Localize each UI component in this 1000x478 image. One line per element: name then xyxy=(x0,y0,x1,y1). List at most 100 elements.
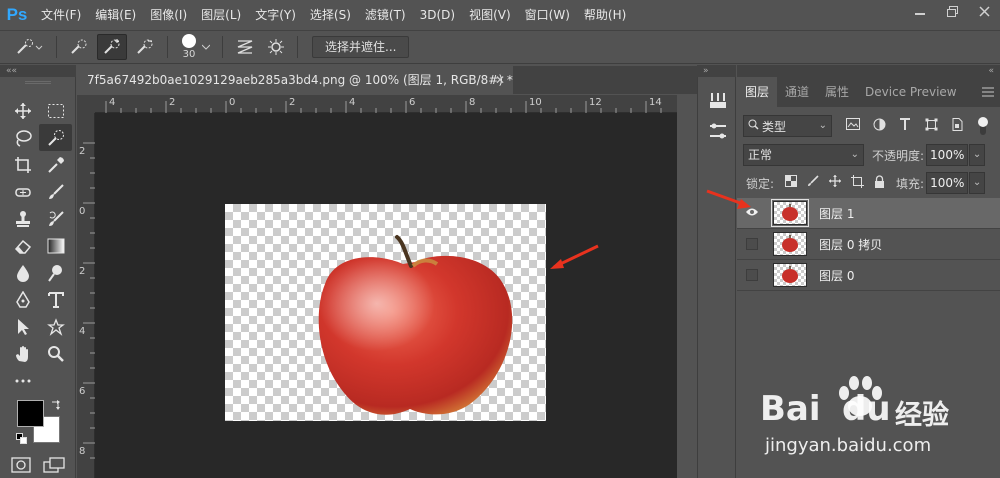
quick-selection-tool-icon[interactable] xyxy=(39,124,72,151)
panel-collapse-strip[interactable]: « xyxy=(737,65,1000,77)
screen-mode-icon[interactable] xyxy=(43,457,65,476)
menu-file[interactable]: 文件(F) xyxy=(34,0,88,30)
pen-tool-icon[interactable] xyxy=(6,286,39,313)
libraries-panel-icon[interactable] xyxy=(708,91,728,112)
add-to-selection-icon[interactable] xyxy=(97,34,127,60)
lock-transparent-pixels-icon[interactable] xyxy=(780,175,802,191)
hand-tool-icon[interactable] xyxy=(6,340,39,367)
layer-row[interactable]: 图层 1 xyxy=(737,198,1000,229)
menu-window[interactable]: 窗口(W) xyxy=(518,0,577,30)
subtract-from-selection-icon[interactable] xyxy=(131,34,159,60)
adjustment-filter-icon[interactable] xyxy=(866,118,892,135)
layer-row[interactable]: 图层 0 拷贝 xyxy=(737,229,1000,260)
layer-name[interactable]: 图层 0 xyxy=(819,267,854,284)
document-tab[interactable]: 7f5a67492b0ae1029129aeb285a3bd4.png @ 10… xyxy=(77,66,513,94)
menu-help[interactable]: 帮助(H) xyxy=(577,0,633,30)
smart-object-filter-icon[interactable] xyxy=(944,117,970,135)
toolbox-grip[interactable] xyxy=(25,81,51,84)
menu-edit[interactable]: 编辑(E) xyxy=(88,0,143,30)
foreground-color-swatch[interactable] xyxy=(17,400,44,427)
document-tab-title: 7f5a67492b0ae1029129aeb285a3bd4.png @ 10… xyxy=(87,73,513,87)
zoom-tool-icon[interactable] xyxy=(39,340,72,367)
lock-row: 锁定: 填充: 100% ⌄ xyxy=(737,171,1000,195)
mid-collapse-strip[interactable]: » xyxy=(697,65,736,77)
layer-row[interactable]: 图层 0 xyxy=(737,260,1000,291)
marquee-tool-icon[interactable] xyxy=(39,97,72,124)
visibility-toggle[interactable] xyxy=(737,260,767,291)
chevron-down-icon[interactable]: ⌄ xyxy=(969,172,986,194)
type-tool-icon[interactable] xyxy=(39,286,72,313)
lock-position-icon[interactable] xyxy=(824,175,846,191)
tab-properties[interactable]: 属性 xyxy=(817,77,857,107)
close-icon[interactable]: ✕ xyxy=(495,66,505,94)
vertical-scrollbar[interactable] xyxy=(677,95,697,478)
menu-layer[interactable]: 图层(L) xyxy=(194,0,248,30)
close-icon[interactable] xyxy=(968,0,1000,22)
healing-brush-tool-icon[interactable] xyxy=(6,178,39,205)
opacity-input[interactable]: 100% xyxy=(926,144,969,166)
visibility-toggle[interactable] xyxy=(737,229,767,260)
pixel-filter-icon[interactable] xyxy=(840,118,866,134)
restore-icon[interactable] xyxy=(936,0,968,22)
minimize-icon[interactable] xyxy=(904,0,936,22)
filter-kind-value: 类型 xyxy=(762,119,787,134)
type-filter-icon[interactable] xyxy=(892,118,918,134)
layer-thumbnail[interactable] xyxy=(773,232,807,256)
filter-kind-select[interactable]: 类型 ⌄ xyxy=(743,115,832,137)
tab-device-preview[interactable]: Device Preview xyxy=(857,77,965,107)
tab-channels[interactable]: 通道 xyxy=(777,77,817,107)
eyedropper-tool-icon[interactable] xyxy=(39,151,72,178)
layer-thumbnail[interactable] xyxy=(773,263,807,287)
menu-filter[interactable]: 滤镜(T) xyxy=(358,0,413,30)
custom-shape-tool-icon[interactable] xyxy=(39,313,72,340)
select-and-mask-button[interactable]: 选择并遮住... xyxy=(312,36,410,58)
document-canvas[interactable] xyxy=(225,204,546,421)
new-selection-icon[interactable] xyxy=(65,34,93,60)
chevron-down-icon[interactable]: ⌄ xyxy=(969,144,986,166)
lock-all-icon[interactable] xyxy=(868,174,890,192)
brush-tool-icon[interactable] xyxy=(39,178,72,205)
watermark-brand-tail: du xyxy=(842,389,891,429)
sample-all-layers-icon[interactable] xyxy=(231,34,259,60)
menu-image[interactable]: 图像(I) xyxy=(143,0,194,30)
menu-select[interactable]: 选择(S) xyxy=(303,0,358,30)
chevron-down-icon[interactable] xyxy=(198,34,214,60)
path-selection-tool-icon[interactable] xyxy=(6,313,39,340)
blend-mode-select[interactable]: 正常 ⌄ xyxy=(743,144,864,166)
default-colors-icon[interactable] xyxy=(16,433,28,448)
auto-enhance-icon[interactable] xyxy=(263,34,289,60)
adjustments-panel-icon[interactable] xyxy=(708,121,728,144)
crop-tool-icon[interactable] xyxy=(6,151,39,178)
shape-filter-icon[interactable] xyxy=(918,118,944,135)
quick-selection-preset-icon[interactable] xyxy=(10,34,48,60)
lock-image-pixels-icon[interactable] xyxy=(802,175,824,191)
layer-name[interactable]: 图层 0 拷贝 xyxy=(819,236,882,253)
quick-mask-icon[interactable] xyxy=(11,457,31,476)
history-brush-tool-icon[interactable] xyxy=(39,205,72,232)
layer-filter-row: 类型 ⌄ xyxy=(737,113,1000,139)
blur-tool-icon[interactable] xyxy=(6,259,39,286)
more-tools-icon[interactable] xyxy=(6,367,39,394)
clone-stamp-tool-icon[interactable] xyxy=(6,205,39,232)
menu-type[interactable]: 文字(Y) xyxy=(248,0,303,30)
eraser-tool-icon[interactable] xyxy=(6,232,39,259)
lasso-tool-icon[interactable] xyxy=(6,124,39,151)
toolbox-collapse-strip[interactable]: «« xyxy=(0,65,76,77)
panel-menu-icon[interactable] xyxy=(982,86,994,100)
brush-size-picker[interactable]: 30 xyxy=(182,34,196,60)
ruler-label: 12 xyxy=(589,97,602,108)
tab-layers[interactable]: 图层 xyxy=(737,77,778,107)
ruler-label: 4 xyxy=(79,326,86,337)
gradient-tool-icon[interactable] xyxy=(39,232,72,259)
filter-toggle[interactable] xyxy=(978,117,988,135)
menu-3d[interactable]: 3D(D) xyxy=(413,0,462,30)
move-tool-icon[interactable] xyxy=(6,97,39,124)
swap-colors-icon[interactable] xyxy=(50,400,62,415)
fill-input[interactable]: 100% xyxy=(926,172,969,194)
ruler-label: 2 xyxy=(289,97,296,108)
layer-thumbnail[interactable] xyxy=(771,199,809,227)
dodge-tool-icon[interactable] xyxy=(39,259,72,286)
menu-view[interactable]: 视图(V) xyxy=(462,0,518,30)
layer-name[interactable]: 图层 1 xyxy=(819,205,854,222)
lock-artboard-icon[interactable] xyxy=(846,174,868,192)
